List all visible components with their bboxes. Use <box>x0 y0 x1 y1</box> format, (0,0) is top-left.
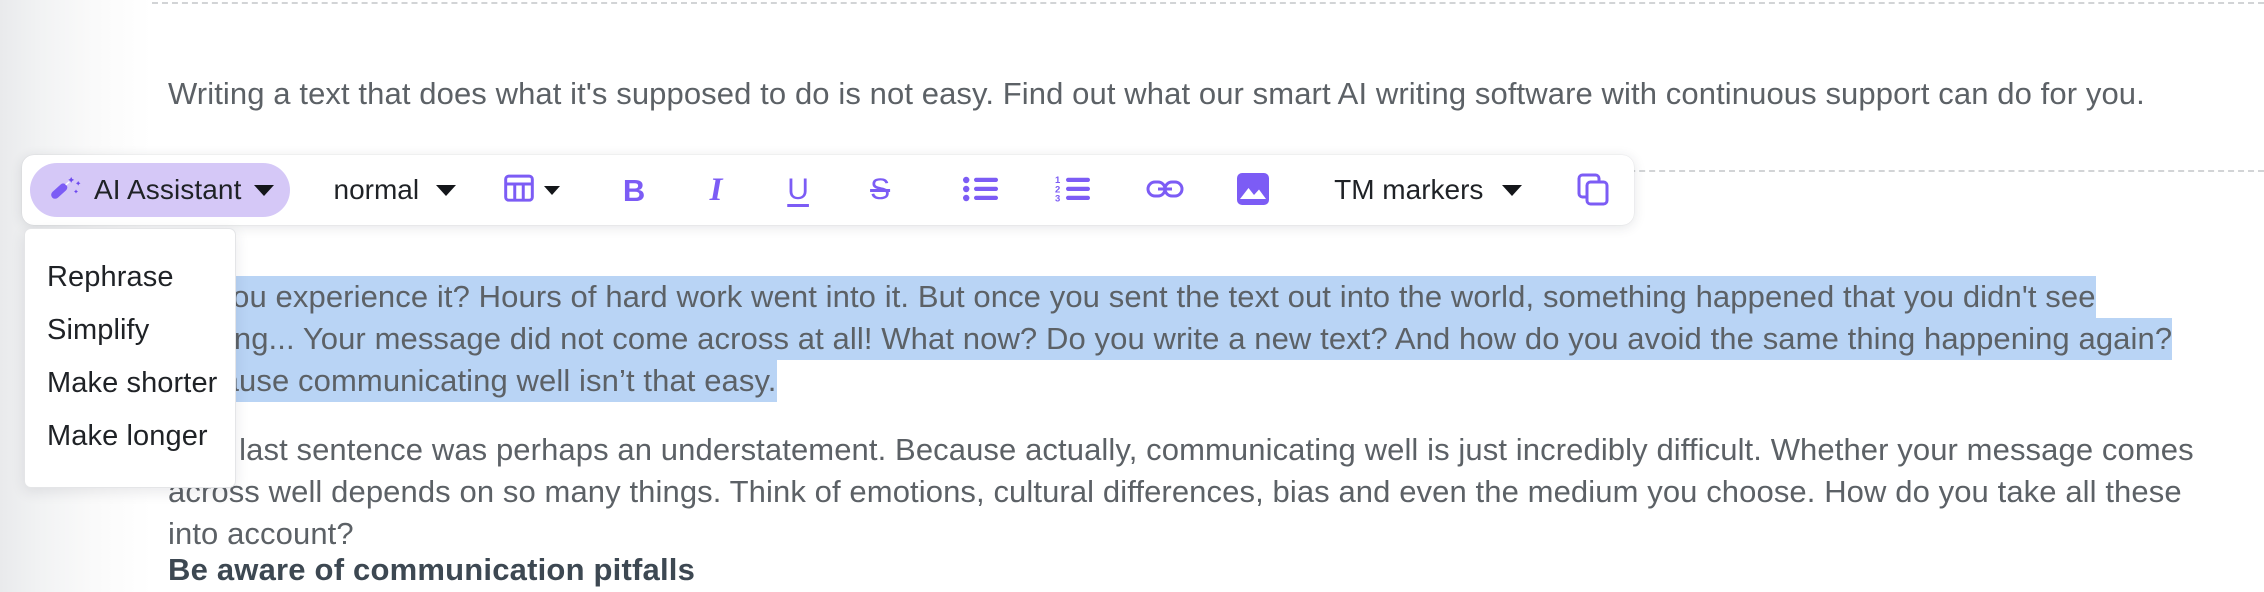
copy-button[interactable] <box>1566 163 1620 217</box>
tm-markers-select[interactable]: TM markers <box>1328 163 1528 217</box>
underline-label: U <box>787 173 809 206</box>
bulleted-list-icon <box>963 174 999 207</box>
chevron-down-icon <box>1502 184 1523 196</box>
numbered-list-button[interactable]: 1 2 3 <box>1044 163 1102 217</box>
copy-icon <box>1576 172 1610 209</box>
strikethrough-label: S <box>870 173 891 206</box>
svg-text:3: 3 <box>1055 193 1060 203</box>
bold-button[interactable]: B <box>608 163 660 217</box>
chevron-down-icon <box>436 184 457 196</box>
section-heading[interactable]: Be aware of communication pitfalls <box>168 552 695 588</box>
table-insert-button[interactable] <box>498 163 564 217</box>
ai-menu-item-make-longer[interactable]: Make longer <box>25 410 235 463</box>
ai-assistant-label: AI Assistant <box>94 174 242 205</box>
formatting-toolbar: AI Assistant normal B I U S 1 2 3 TM mar… <box>22 155 1635 225</box>
image-icon <box>1236 172 1270 209</box>
chevron-down-icon <box>544 185 561 195</box>
numbered-list-icon: 1 2 3 <box>1055 174 1091 207</box>
italic-button[interactable]: I <box>690 163 742 217</box>
tm-markers-label: TM markers <box>1334 174 1484 205</box>
italic-label: I <box>709 171 723 208</box>
bold-label: B <box>622 172 646 208</box>
text-style-value: normal <box>333 174 420 205</box>
bulleted-list-button[interactable] <box>952 163 1010 217</box>
table-icon <box>502 171 536 210</box>
magic-wand-icon <box>48 175 82 205</box>
ai-menu-item-make-shorter[interactable]: Make shorter <box>25 357 235 410</box>
chevron-down-icon <box>253 184 274 196</box>
ai-assistant-button[interactable]: AI Assistant <box>30 163 290 217</box>
body-paragraph-2[interactable]: That last sentence was perhaps an unders… <box>168 429 2228 555</box>
text-style-select[interactable]: normal <box>328 163 463 217</box>
link-icon <box>1146 176 1184 205</box>
ai-menu-item-rephrase[interactable]: Rephrase <box>25 251 235 304</box>
ai-menu-item-simplify[interactable]: Simplify <box>25 304 235 357</box>
image-button[interactable] <box>1226 163 1280 217</box>
selected-text[interactable]: Do you experience it? Hours of hard work… <box>168 276 2173 402</box>
editor-frame-line-top <box>152 2 2264 4</box>
strikethrough-button[interactable]: S <box>854 163 906 217</box>
link-button[interactable] <box>1138 163 1192 217</box>
body-paragraph-1[interactable]: Do you experience it? Hours of hard work… <box>168 276 2228 402</box>
ai-assistant-menu: Rephrase Simplify Make shorter Make long… <box>24 228 236 488</box>
intro-paragraph[interactable]: Writing a text that does what it's suppo… <box>168 73 2228 115</box>
underline-button[interactable]: U <box>772 163 824 217</box>
